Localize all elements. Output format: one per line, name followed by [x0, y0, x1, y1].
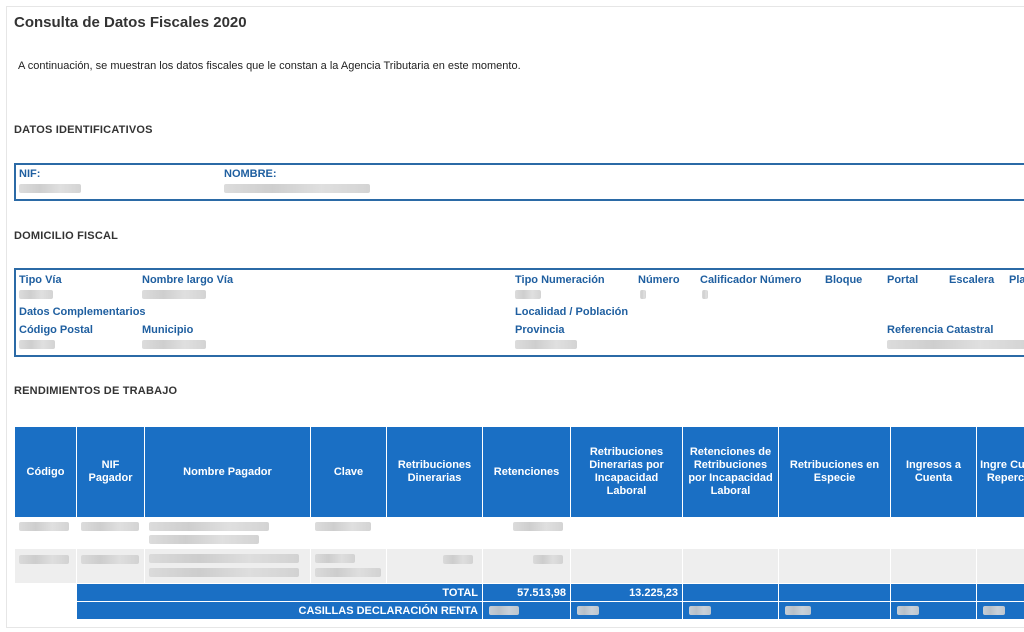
col-header: Retribuciones en Especie [778, 426, 891, 518]
table-cell [570, 548, 683, 584]
numero-label: Número [638, 274, 680, 286]
municipio-value-redacted [142, 340, 206, 349]
page-title: Consulta de Datos Fiscales 2020 [14, 14, 247, 31]
table-cell [14, 517, 77, 549]
table-row [14, 517, 1024, 549]
calificador-label: Calificador Número [700, 274, 802, 286]
table-cell [482, 548, 571, 584]
section-rendimientos-trabajo: RENDIMIENTOS DE TRABAJO [14, 385, 178, 397]
table-cell [778, 548, 891, 584]
table-cell [778, 517, 891, 549]
table-cell [976, 517, 1024, 549]
total-retribuciones: 57.513,98 [482, 583, 571, 602]
table-cell [386, 517, 483, 549]
table-cell [890, 583, 977, 602]
table-cell [14, 583, 77, 620]
tipo-numeracion-label: Tipo Numeración [515, 274, 605, 286]
table-cell [890, 601, 977, 620]
table-cell [682, 548, 779, 584]
table-cell [976, 548, 1024, 584]
identificativos-box: NIF: NOMBRE: [14, 163, 1024, 201]
table-cell [76, 548, 145, 584]
col-header: NIF Pagador [76, 426, 145, 518]
portal-label: Portal [887, 274, 919, 286]
col-header: Retenciones [482, 426, 571, 518]
codigo-postal-value-redacted [19, 340, 55, 349]
codigo-postal-label: Código Postal [19, 324, 93, 336]
col-header: Nombre Pagador [144, 426, 311, 518]
table-cell [14, 548, 77, 584]
table-cell [482, 517, 571, 549]
table-casillas-row: CASILLAS DECLARACIÓN RENTA [15, 601, 1024, 620]
provincia-value-redacted [515, 340, 577, 349]
tipo-numeracion-value-redacted [515, 290, 541, 299]
table-cell [682, 583, 779, 602]
numero-value-redacted [640, 290, 646, 299]
referencia-catastral-value-redacted [887, 340, 1024, 349]
section-domicilio-fiscal: DOMICILIO FISCAL [14, 230, 119, 242]
nombre-via-label: Nombre largo Vía [142, 274, 234, 286]
table-cell [310, 517, 387, 549]
intro-text: A continuación, se muestran los datos fi… [18, 60, 521, 72]
nombre-value-redacted [224, 184, 370, 193]
col-header: Ingre Cue Reperc [976, 426, 1024, 518]
col-header: Retenciones de Retribuciones por Incapac… [682, 426, 779, 518]
section-datos-identificativos: DATOS IDENTIFICATIVOS [14, 124, 153, 136]
table-cell [976, 601, 1024, 620]
table-cell [682, 601, 779, 620]
municipio-label: Municipio [142, 324, 194, 336]
table-cell [76, 517, 145, 549]
datos-complementarios-label: Datos Complementarios [19, 306, 146, 318]
calificador-value-redacted [702, 290, 708, 299]
col-header: Clave [310, 426, 387, 518]
nif-value-redacted [19, 184, 81, 193]
col-header: Código [14, 426, 77, 518]
table-cell [778, 583, 891, 602]
localidad-label: Localidad / Población [515, 306, 629, 318]
table-cell [890, 517, 977, 549]
table-cell [682, 517, 779, 549]
planta-label: Pla [1009, 274, 1024, 286]
table-cell [570, 601, 683, 620]
escalera-label: Escalera [949, 274, 995, 286]
table-cell [310, 548, 387, 584]
table-row [14, 548, 1024, 584]
nif-label: NIF: [19, 168, 41, 180]
tipo-via-label: Tipo Vía [19, 274, 62, 286]
rendimientos-table: Código NIF Pagador Nombre Pagador Clave … [14, 426, 1024, 620]
col-header: Retribuciones Dinerarias [386, 426, 483, 518]
nombre-via-value-redacted [142, 290, 206, 299]
table-header-row: Código NIF Pagador Nombre Pagador Clave … [14, 426, 1024, 518]
referencia-catastral-label: Referencia Catastral [887, 324, 994, 336]
casillas-label: CASILLAS DECLARACIÓN RENTA [76, 601, 483, 620]
table-cell [144, 517, 311, 549]
provincia-label: Provincia [515, 324, 565, 336]
table-cell [890, 548, 977, 584]
table-total-row: TOTAL 57.513,98 13.225,23 [14, 583, 1024, 620]
table-cell [386, 548, 483, 584]
tipo-via-value-redacted [19, 290, 53, 299]
total-retenciones: 13.225,23 [570, 583, 683, 602]
total-label: TOTAL [76, 583, 483, 602]
table-cell [570, 517, 683, 549]
table-cell [976, 583, 1024, 602]
col-header: Retribuciones Dinerarias por Incapacidad… [570, 426, 683, 518]
domicilio-box: Tipo Vía Nombre largo Vía Tipo Numeració… [14, 268, 1024, 357]
table-cell [778, 601, 891, 620]
nombre-label: NOMBRE: [224, 168, 277, 180]
bloque-label: Bloque [825, 274, 863, 286]
col-header: Ingresos a Cuenta [890, 426, 977, 518]
table-cell [144, 548, 311, 584]
table-cell [482, 601, 571, 620]
